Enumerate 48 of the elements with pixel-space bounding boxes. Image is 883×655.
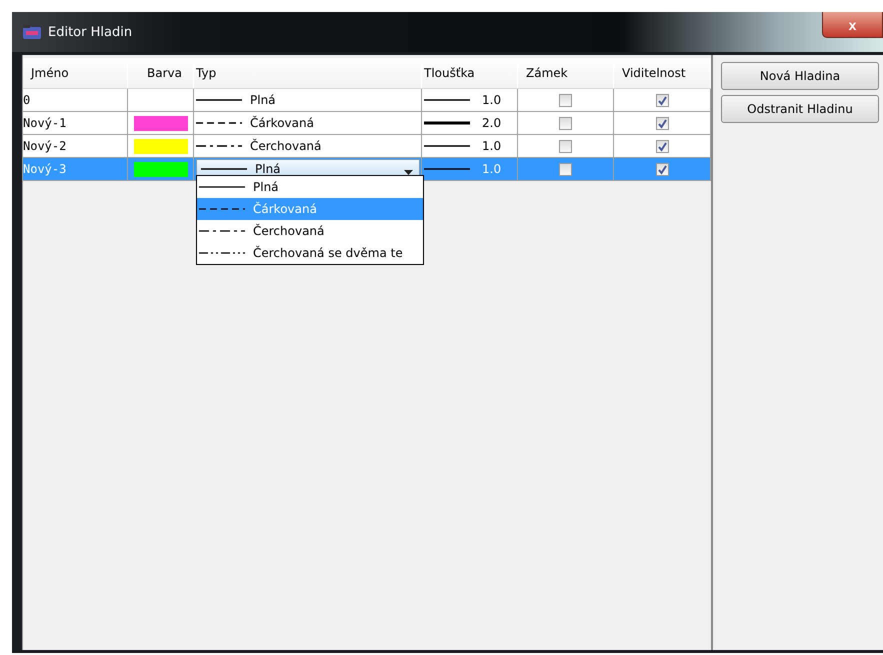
- column-header[interactable]: Typ: [194, 58, 422, 88]
- line-sample-icon: [196, 120, 242, 126]
- checkbox[interactable]: [559, 116, 572, 130]
- line-width-label: 2.0: [482, 116, 502, 130]
- line-width-label: 1.0: [482, 93, 502, 107]
- action-button[interactable]: Nová Hladina: [721, 62, 879, 90]
- column-header[interactable]: Tloušťka: [422, 58, 518, 88]
- checkbox[interactable]: [559, 162, 572, 176]
- table-row[interactable]: Nový-1 Čárkovaná 2.0: [23, 112, 711, 135]
- table-cell: Nový-3: [23, 158, 128, 180]
- checkbox[interactable]: [656, 94, 668, 106]
- dropdown-option[interactable]: Čerchovaná se dvěma te: [197, 242, 423, 264]
- action-button[interactable]: Odstranit Hladinu: [721, 95, 879, 123]
- checkbox[interactable]: [559, 94, 572, 106]
- dropdown-arrow-icon[interactable]: [404, 170, 413, 175]
- line-sample-icon: [201, 166, 247, 172]
- table-cell: 0: [23, 89, 128, 111]
- dropdown-option[interactable]: Čerchovaná: [197, 220, 423, 242]
- line-sample-icon: [196, 97, 242, 103]
- column-header[interactable]: Jméno: [23, 58, 128, 88]
- line-type-label: Čárkovaná: [250, 116, 314, 130]
- line-type-label: Plná: [250, 93, 276, 107]
- app-icon: [22, 24, 42, 40]
- close-button[interactable]: x: [822, 12, 883, 38]
- table-row[interactable]: 0 Plná 1.0: [23, 89, 711, 112]
- table-cell: Nový-1: [23, 112, 128, 134]
- line-sample-icon: [199, 228, 245, 234]
- line-sample-icon: [196, 143, 242, 149]
- color-swatch[interactable]: [134, 162, 188, 176]
- checkbox[interactable]: [656, 140, 668, 152]
- column-header[interactable]: Zámek: [518, 58, 614, 88]
- color-swatch[interactable]: [134, 116, 188, 130]
- line-width-label: 1.0: [482, 139, 502, 153]
- line-width-label: 1.0: [482, 162, 502, 176]
- table-row[interactable]: Nový-2 Čerchovaná 1.0: [23, 135, 711, 158]
- checkbox[interactable]: [656, 116, 668, 130]
- table-row[interactable]: Nový-3 Plná 1.0: [23, 158, 711, 181]
- checkbox[interactable]: [656, 162, 668, 176]
- line-sample-icon: [199, 184, 245, 190]
- color-swatch[interactable]: [134, 138, 188, 154]
- line-sample-icon: [199, 206, 245, 212]
- line-type-label: Čerchovaná: [250, 139, 322, 153]
- column-header[interactable]: Viditelnost: [614, 58, 711, 88]
- line-sample-icon: [199, 250, 245, 256]
- checkbox[interactable]: [559, 140, 572, 152]
- window-title: Editor Hladin: [48, 24, 132, 40]
- column-header[interactable]: Barva: [128, 58, 194, 88]
- table-cell: Nový-2: [23, 135, 128, 157]
